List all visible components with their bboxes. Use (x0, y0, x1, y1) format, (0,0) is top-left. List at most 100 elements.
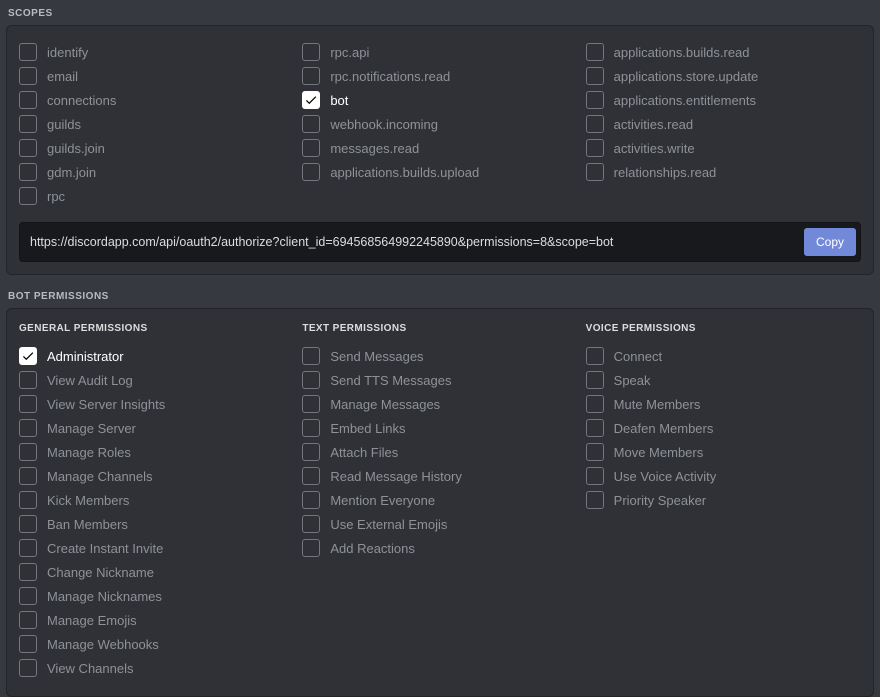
perm-change-nickname[interactable]: Change Nickname (19, 560, 294, 584)
scope-applications-store-update[interactable]: applications.store.update (586, 64, 861, 88)
scope-applications-builds-read[interactable]: applications.builds.read (586, 40, 861, 64)
scope-connections[interactable]: connections (19, 88, 294, 112)
perm-mention-everyone[interactable]: Mention Everyone (302, 488, 577, 512)
perm-view-audit-log-checkbox[interactable] (19, 371, 37, 389)
perm-manage-emojis-checkbox[interactable] (19, 611, 37, 629)
scope-applications-builds-read-checkbox[interactable] (586, 43, 604, 61)
perm-manage-roles-checkbox[interactable] (19, 443, 37, 461)
scope-activities-read-checkbox[interactable] (586, 115, 604, 133)
scope-applications-store-update-checkbox[interactable] (586, 67, 604, 85)
perm-use-voice-activity-checkbox[interactable] (586, 467, 604, 485)
perm-priority-speaker-checkbox[interactable] (586, 491, 604, 509)
perm-read-message-history[interactable]: Read Message History (302, 464, 577, 488)
perm-attach-files-checkbox[interactable] (302, 443, 320, 461)
perm-add-reactions[interactable]: Add Reactions (302, 536, 577, 560)
scope-activities-read[interactable]: activities.read (586, 112, 861, 136)
perm-manage-nicknames[interactable]: Manage Nicknames (19, 584, 294, 608)
perm-send-messages-checkbox[interactable] (302, 347, 320, 365)
perm-priority-speaker[interactable]: Priority Speaker (586, 488, 861, 512)
scope-applications-entitlements-checkbox[interactable] (586, 91, 604, 109)
scope-relationships-read-checkbox[interactable] (586, 163, 604, 181)
copy-button[interactable]: Copy (804, 228, 856, 256)
perm-connect-checkbox[interactable] (586, 347, 604, 365)
perm-manage-emojis[interactable]: Manage Emojis (19, 608, 294, 632)
perm-manage-server[interactable]: Manage Server (19, 416, 294, 440)
scope-guilds-join[interactable]: guilds.join (19, 136, 294, 160)
perm-view-channels[interactable]: View Channels (19, 656, 294, 680)
scope-email[interactable]: email (19, 64, 294, 88)
perm-attach-files[interactable]: Attach Files (302, 440, 577, 464)
perm-move-members[interactable]: Move Members (586, 440, 861, 464)
perm-view-server-insights[interactable]: View Server Insights (19, 392, 294, 416)
scope-webhook-incoming[interactable]: webhook.incoming (302, 112, 577, 136)
perm-speak-checkbox[interactable] (586, 371, 604, 389)
scope-identify-checkbox[interactable] (19, 43, 37, 61)
perm-ban-members[interactable]: Ban Members (19, 512, 294, 536)
perm-view-server-insights-checkbox[interactable] (19, 395, 37, 413)
scope-activities-write-checkbox[interactable] (586, 139, 604, 157)
perm-deafen-members[interactable]: Deafen Members (586, 416, 861, 440)
perm-manage-messages[interactable]: Manage Messages (302, 392, 577, 416)
scope-identify[interactable]: identify (19, 40, 294, 64)
perm-use-external-emojis-checkbox[interactable] (302, 515, 320, 533)
perm-mention-everyone-checkbox[interactable] (302, 491, 320, 509)
scope-guilds-join-checkbox[interactable] (19, 139, 37, 157)
scope-bot-checkbox[interactable] (302, 91, 320, 109)
perm-use-external-emojis[interactable]: Use External Emojis (302, 512, 577, 536)
perm-view-channels-checkbox[interactable] (19, 659, 37, 677)
perm-administrator[interactable]: Administrator (19, 344, 294, 368)
scope-applications-entitlements[interactable]: applications.entitlements (586, 88, 861, 112)
perm-send-messages[interactable]: Send Messages (302, 344, 577, 368)
perm-kick-members[interactable]: Kick Members (19, 488, 294, 512)
perm-manage-nicknames-checkbox[interactable] (19, 587, 37, 605)
perm-manage-channels-checkbox[interactable] (19, 467, 37, 485)
scope-guilds[interactable]: guilds (19, 112, 294, 136)
perm-change-nickname-checkbox[interactable] (19, 563, 37, 581)
perm-mute-members[interactable]: Mute Members (586, 392, 861, 416)
scope-rpc-notifications-read-checkbox[interactable] (302, 67, 320, 85)
scope-messages-read-checkbox[interactable] (302, 139, 320, 157)
perm-manage-messages-checkbox[interactable] (302, 395, 320, 413)
perm-view-audit-log[interactable]: View Audit Log (19, 368, 294, 392)
perm-manage-webhooks[interactable]: Manage Webhooks (19, 632, 294, 656)
perm-use-voice-activity[interactable]: Use Voice Activity (586, 464, 861, 488)
scope-rpc[interactable]: rpc (19, 184, 294, 208)
scope-gdm-join[interactable]: gdm.join (19, 160, 294, 184)
perm-connect[interactable]: Connect (586, 344, 861, 368)
perm-speak[interactable]: Speak (586, 368, 861, 392)
scope-webhook-incoming-checkbox[interactable] (302, 115, 320, 133)
scope-bot[interactable]: bot (302, 88, 577, 112)
scope-connections-checkbox[interactable] (19, 91, 37, 109)
perm-create-instant-invite[interactable]: Create Instant Invite (19, 536, 294, 560)
perm-manage-channels[interactable]: Manage Channels (19, 464, 294, 488)
perm-send-tts-messages-checkbox[interactable] (302, 371, 320, 389)
scope-activities-write[interactable]: activities.write (586, 136, 861, 160)
perm-embed-links-checkbox[interactable] (302, 419, 320, 437)
scope-applications-builds-upload[interactable]: applications.builds.upload (302, 160, 577, 184)
oauth-url-input[interactable] (30, 235, 804, 249)
perm-manage-server-checkbox[interactable] (19, 419, 37, 437)
scope-email-checkbox[interactable] (19, 67, 37, 85)
scope-guilds-checkbox[interactable] (19, 115, 37, 133)
perm-create-instant-invite-checkbox[interactable] (19, 539, 37, 557)
scope-rpc-checkbox[interactable] (19, 187, 37, 205)
scope-messages-read[interactable]: messages.read (302, 136, 577, 160)
perm-manage-webhooks-checkbox[interactable] (19, 635, 37, 653)
perm-kick-members-checkbox[interactable] (19, 491, 37, 509)
scope-applications-builds-upload-checkbox[interactable] (302, 163, 320, 181)
perm-manage-roles[interactable]: Manage Roles (19, 440, 294, 464)
perm-add-reactions-checkbox[interactable] (302, 539, 320, 557)
perm-deafen-members-checkbox[interactable] (586, 419, 604, 437)
scope-rpc-api[interactable]: rpc.api (302, 40, 577, 64)
perm-administrator-checkbox[interactable] (19, 347, 37, 365)
perm-read-message-history-checkbox[interactable] (302, 467, 320, 485)
scope-rpc-api-checkbox[interactable] (302, 43, 320, 61)
perm-send-tts-messages[interactable]: Send TTS Messages (302, 368, 577, 392)
scope-gdm-join-checkbox[interactable] (19, 163, 37, 181)
perm-embed-links[interactable]: Embed Links (302, 416, 577, 440)
scope-rpc-notifications-read[interactable]: rpc.notifications.read (302, 64, 577, 88)
perm-move-members-checkbox[interactable] (586, 443, 604, 461)
scope-relationships-read[interactable]: relationships.read (586, 160, 861, 184)
perm-ban-members-checkbox[interactable] (19, 515, 37, 533)
perm-mute-members-checkbox[interactable] (586, 395, 604, 413)
